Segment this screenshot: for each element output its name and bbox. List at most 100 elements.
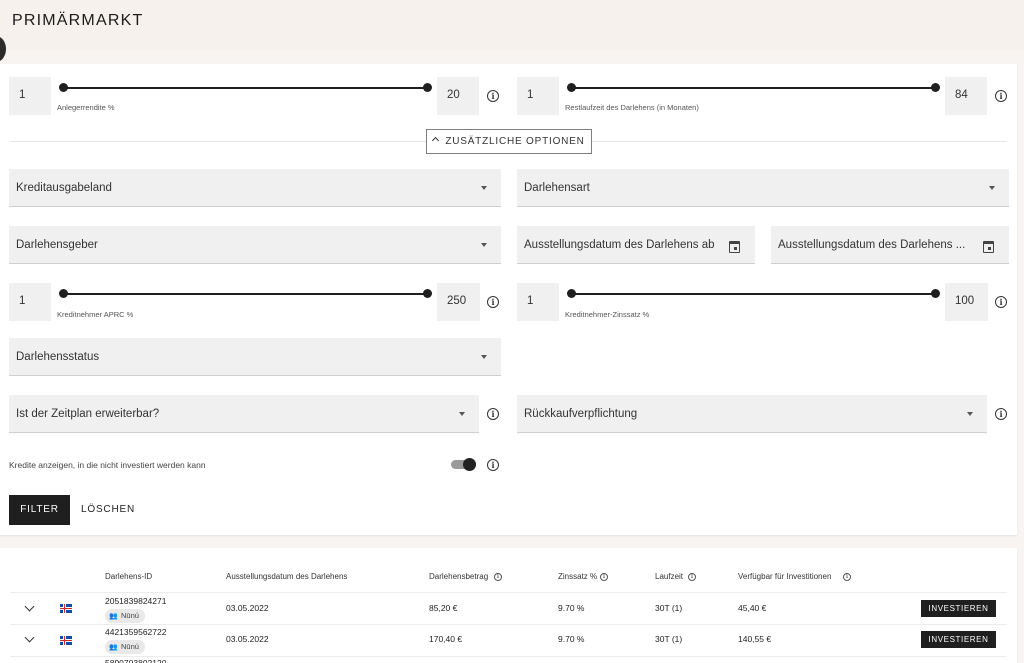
loan-status-dropdown[interactable]: Darlehensstatus (9, 338, 501, 376)
aprc-min-handle[interactable] (59, 289, 68, 298)
country-dropdown-label: Kreditausgabeland (16, 182, 112, 194)
lender-chip: 👥 Nūnú (105, 609, 145, 623)
aprc-max-handle[interactable] (423, 289, 432, 298)
info-icon[interactable]: i (494, 573, 502, 581)
issue-date-from-input[interactable]: Ausstellungsdatum des Darlehens ab (517, 226, 755, 264)
rate-cell: 9.70 % (558, 634, 585, 644)
interest-min-input[interactable]: 1 (517, 283, 559, 321)
lender-name: Nūnú (121, 611, 139, 620)
toggle-label: Kredite anzeigen, in die nicht investier… (9, 460, 206, 470)
remaining-term-slider[interactable] (571, 87, 935, 89)
info-icon[interactable]: i (487, 459, 499, 471)
iceland-flag-icon (60, 636, 72, 645)
column-header-id[interactable]: Darlehens-ID (105, 572, 152, 581)
column-header-amount[interactable]: Darlehensbetrag (429, 572, 488, 581)
issue-date-cell: 03.05.2022 (226, 603, 269, 613)
remaining-term-max-handle[interactable] (931, 83, 940, 92)
column-header-issue-date[interactable]: Ausstellungsdatum des Darlehens (226, 572, 347, 581)
issue-date-cell: 03.05.2022 (226, 634, 269, 644)
info-icon[interactable]: i (487, 90, 499, 102)
page-title: PRIMÄRMARKT (12, 12, 144, 29)
info-icon[interactable]: i (688, 573, 696, 581)
info-icon[interactable]: i (487, 296, 499, 308)
interest-slider[interactable] (571, 293, 935, 295)
issue-date-from-label: Ausstellungsdatum des Darlehens ab (524, 239, 715, 251)
buyback-dropdown[interactable]: Rückkaufverpflichtung (517, 395, 987, 433)
calendar-icon[interactable] (729, 241, 740, 253)
investor-yield-min-input[interactable]: 1 (9, 77, 51, 115)
info-icon[interactable]: i (843, 573, 851, 581)
interest-max-input[interactable]: 100 (945, 283, 988, 321)
issue-date-to-input[interactable]: Ausstellungsdatum des Darlehens ... (771, 226, 1009, 264)
row-divider (10, 592, 1007, 593)
people-icon: 👥 (109, 613, 118, 620)
aprc-caption: Kreditnehmer APRC % (57, 310, 134, 319)
available-cell: 45,40 € (738, 603, 767, 613)
aprc-min-input[interactable]: 1 (9, 283, 51, 321)
investor-yield-min-handle[interactable] (59, 83, 68, 92)
chevron-down-icon (481, 355, 487, 359)
loan-id[interactable]: 5890703802120 (105, 658, 166, 663)
additional-options-label: ZUSÄTZLICHE OPTIONEN (445, 136, 585, 147)
investor-yield-caption: Anlegerrendite % (57, 103, 115, 112)
loan-status-dropdown-label: Darlehensstatus (16, 351, 100, 363)
row-divider (10, 624, 1007, 625)
remaining-term-min-input[interactable]: 1 (517, 77, 559, 115)
country-dropdown[interactable]: Kreditausgabeland (9, 169, 501, 207)
investor-yield-slider[interactable] (63, 87, 427, 89)
loan-type-dropdown-label: Darlehensart (524, 182, 590, 194)
amount-cell: 85,20 € (429, 603, 458, 613)
loan-type-dropdown[interactable]: Darlehensart (517, 169, 1009, 207)
chevron-down-icon (967, 412, 973, 416)
investor-yield-max-input[interactable]: 20 (437, 77, 479, 115)
extendable-dropdown-label: Ist der Zeitplan erweiterbar? (16, 408, 160, 420)
column-header-term[interactable]: Laufzeit (655, 572, 683, 581)
issue-date-to-label: Ausstellungsdatum des Darlehens ... (778, 239, 966, 251)
iceland-flag-icon (60, 604, 72, 613)
filter-button[interactable]: FILTER (9, 495, 70, 525)
loan-id[interactable]: 4421359562722 (105, 627, 166, 637)
remaining-term-max-input[interactable]: 84 (945, 77, 987, 115)
remaining-term-caption: Restlaufzeit des Darlehens (in Monaten) (565, 103, 699, 112)
column-header-rate[interactable]: Zinssatz % (558, 572, 597, 581)
term-cell: 30T (1) (655, 603, 683, 613)
remaining-term-min-handle[interactable] (567, 83, 576, 92)
extendable-dropdown[interactable]: Ist der Zeitplan erweiterbar? (9, 395, 479, 433)
lender-dropdown-label: Darlehensgeber (16, 239, 98, 251)
aprc-slider[interactable] (63, 293, 427, 295)
lender-name: Nūnú (121, 642, 139, 651)
rate-cell: 9.70 % (558, 603, 585, 613)
info-icon[interactable]: i (995, 296, 1007, 308)
chevron-down-icon (989, 186, 995, 190)
amount-cell: 170,40 € (429, 634, 463, 644)
term-cell: 30T (1) (655, 634, 683, 644)
interest-min-handle[interactable] (567, 289, 576, 298)
chevron-down-icon (481, 186, 487, 190)
loan-id[interactable]: 2051839824271 (105, 596, 166, 606)
buyback-dropdown-label: Rückkaufverpflichtung (524, 408, 638, 420)
clear-button[interactable]: LÖSCHEN (78, 495, 138, 525)
chevron-down-icon (459, 412, 465, 416)
invest-button[interactable]: INVESTIEREN (921, 631, 996, 648)
toggle-knob[interactable] (463, 458, 476, 471)
row-divider (10, 656, 1007, 657)
investor-yield-max-handle[interactable] (423, 83, 432, 92)
chevron-down-icon (481, 243, 487, 247)
page-header (0, 0, 1024, 50)
interest-caption: Kreditnehmer-Zinssatz % (565, 310, 650, 319)
aprc-max-input[interactable]: 250 (437, 283, 480, 321)
column-header-available[interactable]: Verfügbar für Investitionen (738, 572, 831, 581)
additional-options-button[interactable]: ZUSÄTZLICHE OPTIONEN (426, 129, 592, 154)
interest-max-handle[interactable] (931, 289, 940, 298)
invest-button[interactable]: INVESTIEREN (921, 600, 996, 617)
lender-dropdown[interactable]: Darlehensgeber (9, 226, 501, 264)
info-icon[interactable]: i (600, 573, 608, 581)
calendar-icon[interactable] (983, 241, 994, 253)
available-cell: 140,55 € (738, 634, 772, 644)
info-icon[interactable]: i (995, 408, 1007, 420)
lender-chip: 👥 Nūnú (105, 640, 145, 654)
chevron-up-icon (432, 136, 440, 145)
people-icon: 👥 (109, 644, 118, 651)
info-icon[interactable]: i (995, 90, 1007, 102)
info-icon[interactable]: i (487, 408, 499, 420)
